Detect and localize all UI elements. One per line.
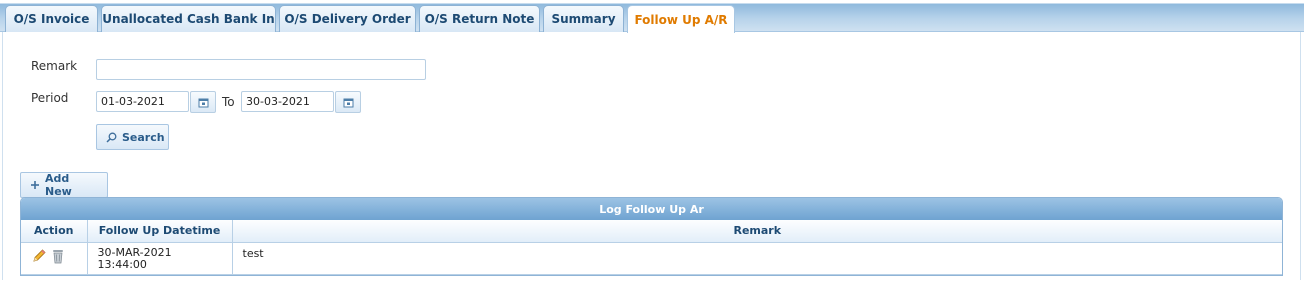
period-from-calendar-button[interactable] (190, 91, 216, 113)
tab-unallocated-cash-bank-in[interactable]: Unallocated Cash Bank In (101, 5, 276, 32)
column-header-action[interactable]: Action (21, 220, 88, 243)
pencil-icon[interactable] (31, 248, 47, 264)
remark-input[interactable] (96, 59, 426, 80)
tab-summary[interactable]: Summary (543, 5, 624, 32)
add-new-button[interactable]: Add New (20, 172, 108, 198)
remark-label: Remark (31, 59, 78, 73)
table-row[interactable]: 30-MAR-2021 13:44:00 test (21, 242, 1282, 275)
table-header-row: Action Follow Up Datetime Remark (21, 220, 1282, 243)
search-button[interactable]: Search (96, 124, 169, 150)
to-label: To (222, 95, 235, 109)
search-button-label: Search (122, 130, 165, 144)
tab-os-return-note[interactable]: O/S Return Note (419, 5, 540, 32)
calendar-icon (198, 97, 209, 108)
follow-up-date: 30-MAR-2021 (97, 245, 172, 259)
period-from-input[interactable]: 01-03-2021 (96, 91, 189, 112)
period-to-calendar-button[interactable] (335, 91, 361, 113)
action-cell (21, 242, 88, 275)
follow-up-datetime-cell: 30-MAR-2021 13:44:00 (87, 242, 233, 275)
tab-os-delivery-order[interactable]: O/S Delivery Order (279, 5, 416, 32)
follow-up-log-grid: Log Follow Up Ar Action Follow Up Dateti… (20, 197, 1283, 276)
tab-follow-up-ar[interactable]: Follow Up A/R (627, 5, 735, 33)
plus-icon (30, 180, 40, 190)
grid-title: Log Follow Up Ar (21, 198, 1282, 220)
period-to-input[interactable]: 30-03-2021 (241, 91, 334, 112)
remark-cell: test (232, 242, 1282, 275)
trash-icon[interactable] (51, 248, 65, 264)
follow-up-time: 13:44:00 (97, 257, 147, 271)
search-icon (106, 132, 117, 143)
column-header-follow-up-datetime[interactable]: Follow Up Datetime (87, 220, 233, 243)
add-new-button-label: Add New (45, 172, 72, 198)
remark-text: test (242, 246, 264, 260)
follow-up-log-table: Action Follow Up Datetime Remark 30-MAR-… (21, 220, 1282, 275)
calendar-icon (343, 97, 354, 108)
tab-os-invoice[interactable]: O/S Invoice (5, 5, 98, 32)
period-label: Period (31, 91, 69, 105)
tab-bar: O/S Invoice Unallocated Cash Bank In O/S… (0, 0, 1304, 33)
column-header-remark[interactable]: Remark (232, 220, 1282, 243)
